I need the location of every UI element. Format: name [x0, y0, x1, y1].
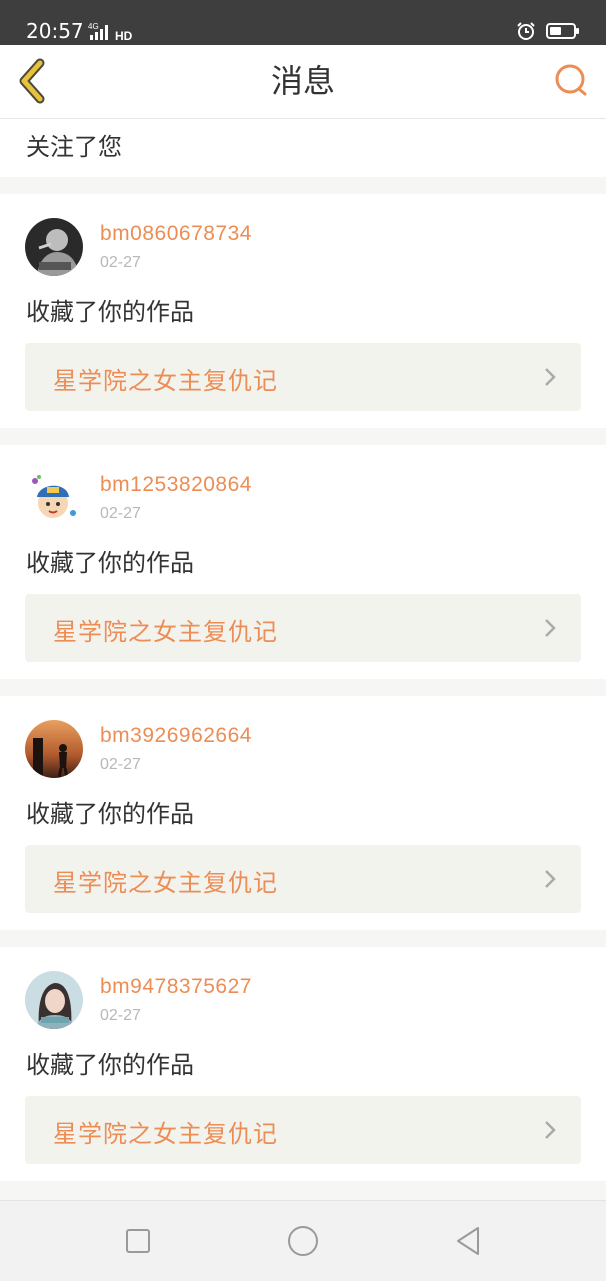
cartoon-child-avatar: [25, 469, 83, 527]
status-icons: [516, 20, 580, 42]
header: 消息: [0, 45, 606, 119]
battery-icon: [546, 23, 579, 39]
home-button[interactable]: [285, 1223, 321, 1259]
avatar[interactable]: [25, 971, 83, 1029]
person-smoking-avatar: [25, 218, 83, 276]
chevron-right-icon: [545, 1121, 556, 1139]
action-text: 收藏了你的作品: [26, 1051, 194, 1079]
username-link[interactable]: bm3926962664: [100, 724, 252, 748]
list-item: bm1253820864 02-27 收藏了你的作品 星学院之女主复仇记: [0, 445, 606, 679]
page-title: 消息: [270, 62, 335, 100]
work-link[interactable]: 星学院之女主复仇记: [25, 594, 581, 662]
list-item: bm0860678734 02-27 收藏了你的作品 星学院之女主复仇记: [0, 194, 606, 428]
status-bar: 20:57 4G HD: [0, 0, 606, 45]
recent-apps-button[interactable]: [120, 1223, 156, 1259]
work-link[interactable]: 星学院之女主复仇记: [25, 1096, 581, 1164]
navigation-bar: [0, 1200, 606, 1281]
list-item: bm3926962664 02-27 收藏了你的作品 星学院之女主复仇记: [0, 696, 606, 930]
action-text: 收藏了你的作品: [26, 800, 194, 828]
action-text: 关注了您: [26, 133, 122, 161]
username-link[interactable]: bm9478375627: [100, 975, 252, 999]
work-link[interactable]: 星学院之女主复仇记: [25, 343, 581, 411]
avatar[interactable]: [25, 218, 83, 276]
chevron-right-icon: [545, 619, 556, 637]
chevron-right-icon: [545, 870, 556, 888]
message-date: 02-27: [100, 505, 141, 522]
action-text: 收藏了你的作品: [26, 298, 194, 326]
alarm-icon: [517, 22, 535, 40]
list-item: bm9478375627 02-27 收藏了你的作品 星学院之女主复仇记: [0, 947, 606, 1181]
message-date: 02-27: [100, 756, 141, 773]
list-item: 关注了您: [0, 119, 606, 177]
search-button[interactable]: [552, 61, 592, 101]
square-icon: [126, 1229, 150, 1253]
message-date: 02-27: [100, 254, 141, 271]
signal-icon: 4G HD: [88, 22, 133, 41]
username-link[interactable]: bm1253820864: [100, 473, 252, 497]
work-title: 星学院之女主复仇记: [53, 1120, 278, 1148]
sunset-silhouette-avatar: [25, 720, 83, 778]
triangle-back-icon: [457, 1227, 479, 1255]
work-title: 星学院之女主复仇记: [53, 618, 278, 646]
work-title: 星学院之女主复仇记: [53, 367, 278, 395]
username-link[interactable]: bm0860678734: [100, 222, 252, 246]
back-nav-button[interactable]: [450, 1223, 486, 1259]
work-title: 星学院之女主复仇记: [53, 869, 278, 897]
avatar[interactable]: [25, 469, 83, 527]
network-type: 4G: [88, 22, 99, 31]
chevron-right-icon: [545, 368, 556, 386]
avatar[interactable]: [25, 720, 83, 778]
action-text: 收藏了你的作品: [26, 549, 194, 577]
status-time: 20:57: [26, 19, 84, 43]
search-icon: [555, 64, 587, 96]
work-link[interactable]: 星学院之女主复仇记: [25, 845, 581, 913]
circle-icon: [288, 1226, 318, 1256]
girl-portrait-avatar: [25, 971, 83, 1029]
hd-badge: HD: [115, 29, 133, 41]
message-date: 02-27: [100, 1007, 141, 1024]
